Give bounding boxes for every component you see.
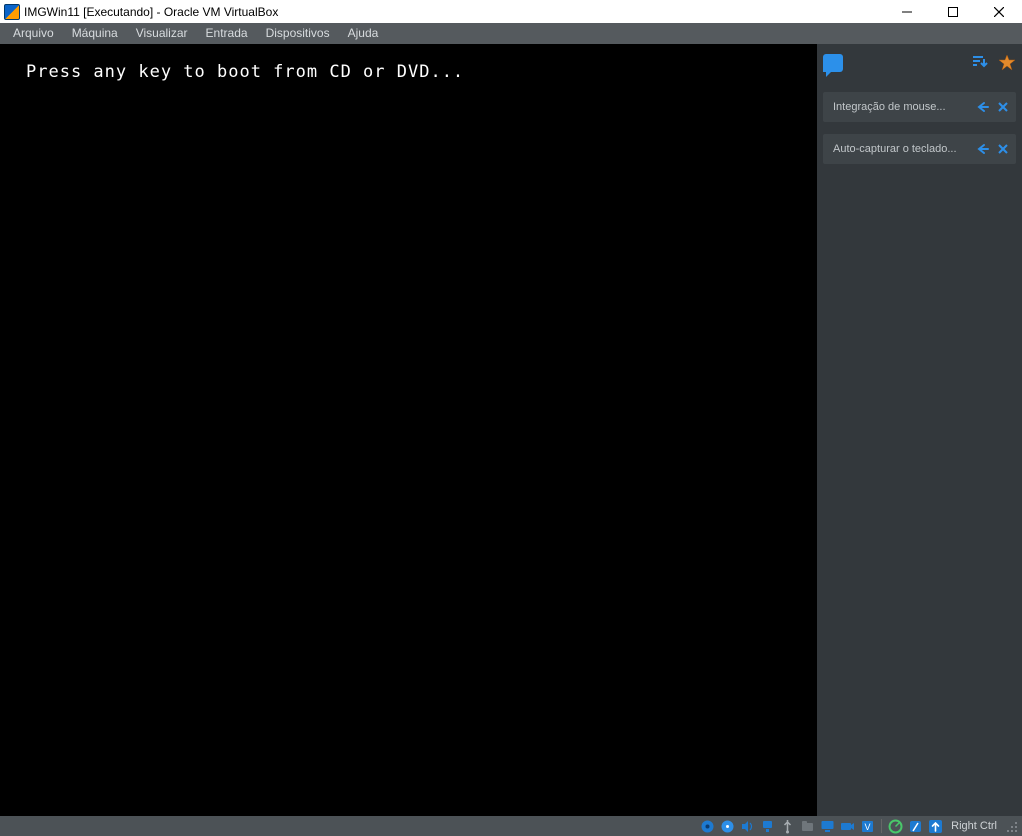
sort-notifications-icon[interactable] [972, 55, 988, 71]
recording-icon[interactable] [839, 818, 856, 835]
notification-label: Auto-capturar o teclado... [833, 143, 970, 155]
display-icon[interactable] [819, 818, 836, 835]
menu-ajuda[interactable]: Ajuda [339, 23, 388, 44]
notification-keyboard-capture[interactable]: Auto-capturar o teclado... [823, 134, 1016, 164]
main-area: Press any key to boot from CD or DVD... [0, 44, 1022, 816]
notification-label: Integração de mouse... [833, 101, 970, 113]
menubar: Arquivo Máquina Visualizar Entrada Dispo… [0, 23, 1022, 44]
notification-back-icon[interactable] [976, 100, 990, 114]
close-button[interactable] [976, 0, 1022, 23]
notification-back-icon[interactable] [976, 142, 990, 156]
statusbar: V Right Ctrl [0, 816, 1022, 836]
menu-visualizar[interactable]: Visualizar [127, 23, 197, 44]
audio-icon[interactable] [739, 818, 756, 835]
resize-grip[interactable] [1006, 819, 1018, 833]
clear-notifications-icon[interactable] [998, 54, 1016, 72]
notification-close-icon[interactable] [996, 100, 1010, 114]
virtualbox-app-icon [4, 4, 20, 20]
optical-disc-icon[interactable] [719, 818, 736, 835]
video-capture-icon[interactable]: V [859, 818, 876, 835]
usb-icon[interactable] [779, 818, 796, 835]
statusbar-separator [881, 819, 882, 833]
svg-text:V: V [865, 822, 871, 832]
maximize-button[interactable] [930, 0, 976, 23]
hard-disk-icon[interactable] [699, 818, 716, 835]
menu-dispositivos[interactable]: Dispositivos [257, 23, 339, 44]
menu-entrada[interactable]: Entrada [197, 23, 257, 44]
minimize-button[interactable] [884, 0, 930, 23]
notification-close-icon[interactable] [996, 142, 1010, 156]
menu-maquina[interactable]: Máquina [63, 23, 127, 44]
host-key-indicator: Right Ctrl [947, 820, 999, 832]
notification-panel: Integração de mouse... Auto-capturar o t… [817, 44, 1022, 816]
shared-folder-icon[interactable] [799, 818, 816, 835]
window-titlebar: IMGWin11 [Executando] - Oracle VM Virtua… [0, 0, 1022, 23]
cpu-activity-icon[interactable] [887, 818, 904, 835]
keyboard-capture-icon[interactable] [927, 818, 944, 835]
window-controls [884, 0, 1022, 23]
notification-panel-header [823, 52, 1016, 74]
network-icon[interactable] [759, 818, 776, 835]
window-title: IMGWin11 [Executando] - Oracle VM Virtua… [24, 5, 278, 19]
vm-console[interactable]: Press any key to boot from CD or DVD... [0, 44, 817, 816]
menu-arquivo[interactable]: Arquivo [4, 23, 63, 44]
notifications-icon[interactable] [823, 54, 843, 72]
mouse-integration-icon[interactable] [907, 818, 924, 835]
notification-mouse-integration[interactable]: Integração de mouse... [823, 92, 1016, 122]
